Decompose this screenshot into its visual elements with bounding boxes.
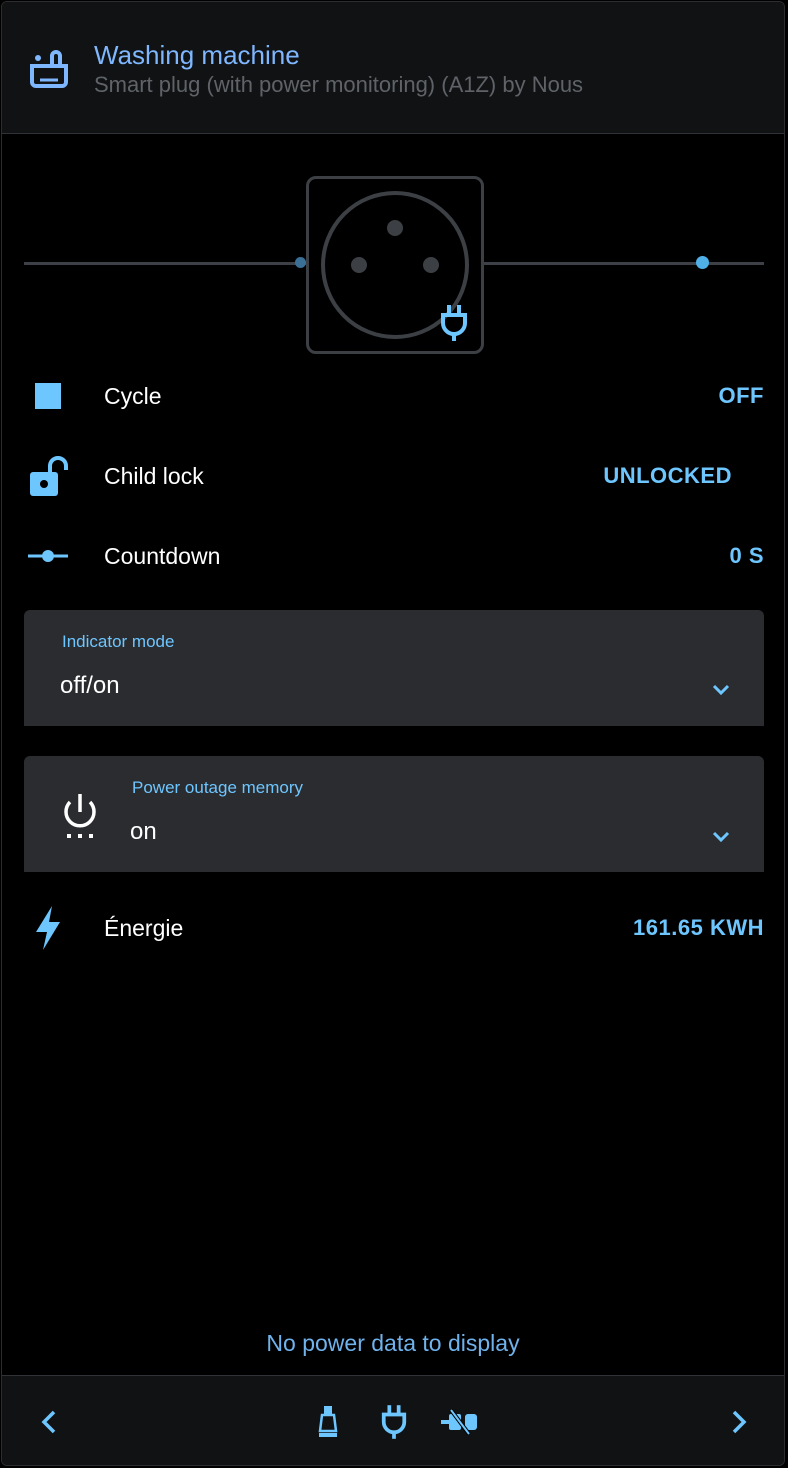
countdown-value[interactable]: 0 S bbox=[729, 543, 764, 569]
countdown-label: Countdown bbox=[104, 543, 221, 569]
unplugged-tab[interactable] bbox=[438, 1404, 482, 1440]
child-lock-label: Child lock bbox=[104, 463, 204, 489]
power-outage-memory-select[interactable]: Power outage memory on bbox=[24, 756, 764, 872]
power-plug-icon bbox=[381, 1405, 407, 1439]
previous-button[interactable] bbox=[34, 1404, 64, 1440]
next-button[interactable] bbox=[724, 1404, 754, 1440]
indicator-mode-select[interactable]: Indicator mode off/on bbox=[24, 610, 764, 726]
device-subtitle: Smart plug (with power monitoring) (A1Z)… bbox=[94, 72, 584, 97]
chevron-left-icon bbox=[41, 1410, 56, 1434]
child-lock-row[interactable]: Child lock UNLOCKED bbox=[2, 446, 784, 506]
flow-dot-left bbox=[295, 257, 306, 268]
energy-label: Énergie bbox=[104, 915, 184, 941]
lightning-icon bbox=[26, 906, 70, 950]
energy-row[interactable]: Énergie 161.65 KWH bbox=[2, 898, 784, 958]
indicator-mode-value: off/on bbox=[60, 672, 120, 699]
power-plug-icon bbox=[441, 305, 467, 341]
power-plug-off-icon bbox=[441, 1408, 477, 1436]
washing-machine-icon bbox=[26, 46, 72, 92]
lock-open-icon bbox=[26, 456, 70, 496]
washing-machine-tab-icon bbox=[318, 1406, 338, 1437]
child-lock-value[interactable]: UNLOCKED bbox=[603, 463, 732, 489]
device-card: Washing machine Smart plug (with power m… bbox=[1, 1, 785, 1466]
socket-tile[interactable] bbox=[306, 176, 484, 354]
countdown-row[interactable]: Countdown 0 S bbox=[2, 526, 784, 586]
power-flow-diagram bbox=[2, 174, 784, 354]
plug-tab[interactable] bbox=[378, 1404, 410, 1440]
indicator-mode-label: Indicator mode bbox=[62, 632, 175, 651]
card-header: Washing machine Smart plug (with power m… bbox=[2, 2, 784, 134]
cycle-row[interactable]: Cycle OFF bbox=[2, 366, 784, 426]
stop-square-icon bbox=[26, 376, 70, 416]
flow-dot-right bbox=[696, 256, 709, 269]
chevron-down-icon bbox=[712, 831, 730, 843]
power-outage-memory-label: Power outage memory bbox=[132, 778, 304, 797]
cycle-label: Cycle bbox=[104, 383, 162, 409]
card-footer bbox=[2, 1375, 784, 1465]
power-settings-icon bbox=[60, 792, 100, 845]
device-title[interactable]: Washing machine bbox=[94, 40, 300, 71]
flow-line-right bbox=[480, 262, 764, 265]
energy-value[interactable]: 161.65 KWH bbox=[633, 915, 764, 941]
slider-icon bbox=[26, 536, 70, 576]
flow-line-left bbox=[24, 262, 308, 265]
no-power-data-message: No power data to display bbox=[266, 1330, 520, 1356]
power-outage-memory-value: on bbox=[130, 818, 157, 845]
device-type-tab[interactable] bbox=[316, 1404, 340, 1440]
cycle-value[interactable]: OFF bbox=[719, 383, 765, 409]
chevron-right-icon bbox=[732, 1410, 747, 1434]
chevron-down-icon bbox=[712, 684, 730, 696]
